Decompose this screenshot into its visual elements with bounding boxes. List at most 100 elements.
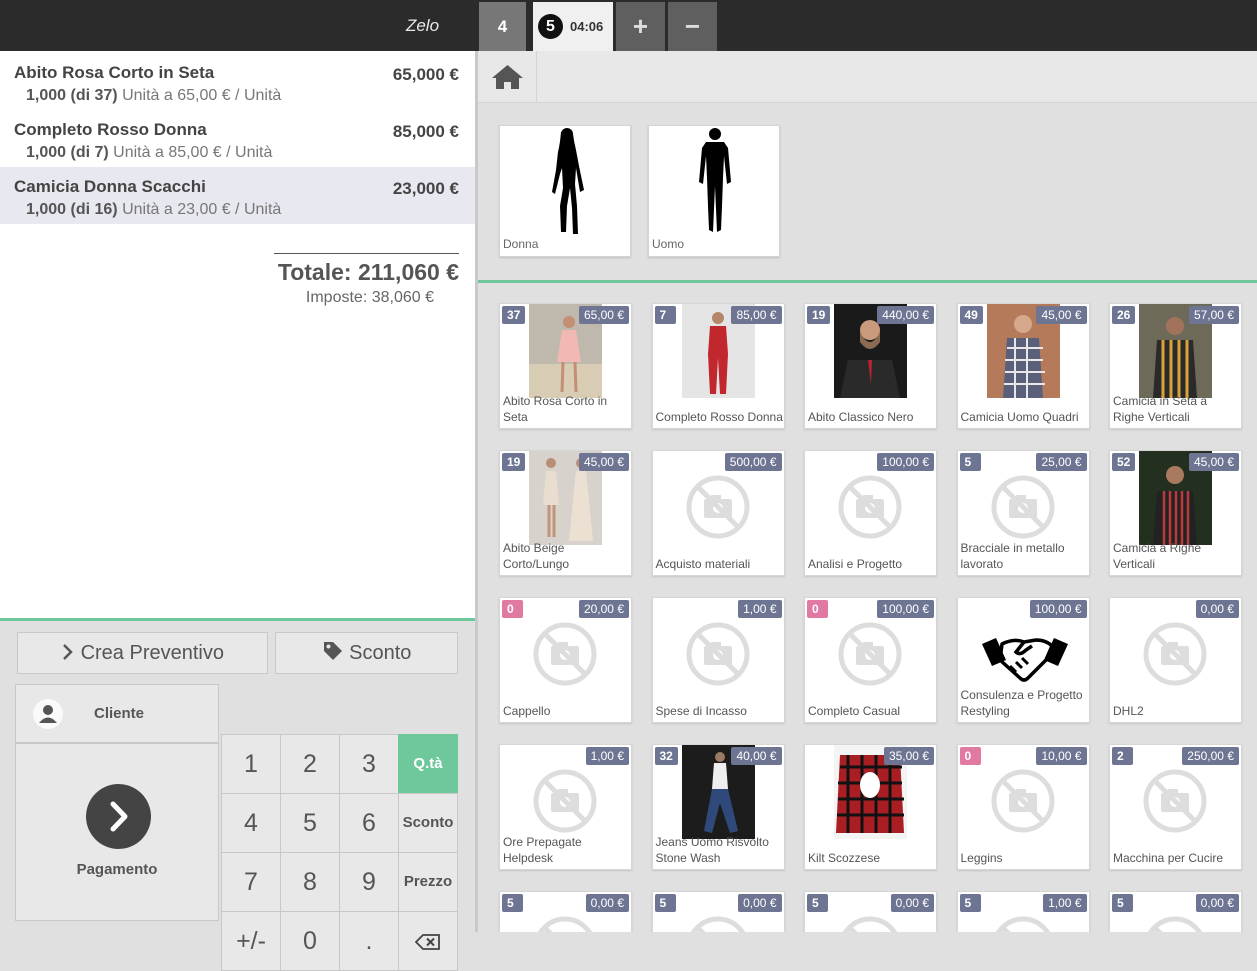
product-card[interactable]: 1,00 € Ore Prepagate Helpdesk: [499, 744, 632, 870]
numpad-key[interactable]: 1: [221, 734, 281, 794]
no-image-icon: [991, 916, 1055, 932]
chevron-right-icon: [61, 642, 81, 664]
stock-badge: 0: [502, 600, 523, 618]
numpad-key[interactable]: 0: [280, 911, 340, 971]
product-name: Camicia a Righe Verticali: [1113, 541, 1202, 571]
order-line-stock: (di 37): [70, 87, 118, 104]
product-card[interactable]: 0 10,00 € Leggins: [956, 744, 1090, 870]
backspace-icon: [414, 927, 441, 955]
numpad-key[interactable]: 6: [339, 793, 399, 853]
order-line-unit: Unità a 23,00 € / Unità: [122, 201, 282, 218]
user-icon: [33, 699, 63, 729]
numpad-key[interactable]: 3: [339, 734, 399, 794]
category-donna[interactable]: Donna: [499, 125, 631, 257]
mode-qty-button[interactable]: Q.tà: [398, 734, 458, 794]
price-badge: 57,00 €: [1188, 306, 1239, 324]
product-card[interactable]: 2 250,00 € Macchina per Cucire: [1109, 744, 1242, 870]
product-card[interactable]: 100,00 € Consulenza e Progetto Restyling: [956, 597, 1090, 723]
order-total: Totale: 211,060 €: [277, 259, 459, 285]
home-button[interactable]: [478, 51, 537, 103]
order-time: 04:06: [570, 19, 604, 34]
product-card[interactable]: 5 1,00 €: [956, 891, 1090, 932]
shop-name: Zelo: [405, 16, 440, 35]
no-image-icon: [1143, 622, 1207, 686]
price-badge: 1,00 €: [585, 747, 629, 765]
add-order-button[interactable]: +: [616, 2, 665, 51]
numpad-key[interactable]: 7: [221, 852, 281, 912]
numpad-key[interactable]: 5: [280, 793, 340, 853]
product-name: Kilt Scozzese: [808, 851, 881, 865]
order-line[interactable]: Camicia Donna Scacchi 23,000 €1,000 (di 1…: [0, 167, 475, 224]
discount-button[interactable]: Sconto: [275, 632, 458, 674]
price-badge: 25,00 €: [1036, 453, 1087, 471]
numpad-key[interactable]: +/-: [221, 911, 281, 971]
product-card[interactable]: 5 25,00 € Bracciale in metallo lavorato: [956, 450, 1090, 576]
stock-badge: 5: [959, 894, 981, 912]
total-divider: [274, 253, 459, 254]
price-badge: 0,00 €: [890, 894, 934, 912]
backspace-button[interactable]: [398, 911, 458, 971]
product-card[interactable]: 26 57,00 € Camicia in Seta a Righe Vertica…: [1109, 303, 1242, 429]
stock-badge: 19: [807, 306, 831, 324]
price-badge: 100,00 €: [877, 453, 934, 471]
no-image-icon: [991, 769, 1055, 833]
product-card[interactable]: 49 45,00 € Camicia Uomo Quadri: [956, 303, 1090, 429]
mode-price-button[interactable]: Prezzo: [398, 852, 458, 912]
order-line[interactable]: Completo Rosso Donna 85,000 €1,000 (di 7)…: [0, 110, 475, 167]
product-name: Completo Rosso Donna: [655, 410, 783, 424]
category-uomo[interactable]: Uomo: [648, 125, 780, 257]
product-card[interactable]: 5 0,00 €: [1109, 891, 1242, 932]
product-card[interactable]: 35,00 € Kilt Scozzese: [804, 744, 937, 870]
price-badge: 45,00 €: [578, 453, 629, 471]
create-quote-button[interactable]: Crea Preventivo: [17, 632, 268, 674]
stock-badge: 52: [1112, 453, 1136, 471]
product-card[interactable]: 0,00 € DHL2: [1109, 597, 1242, 723]
product-card[interactable]: 100,00 € Analisi e Progetto: [804, 450, 937, 576]
no-image-icon: [1143, 916, 1207, 932]
client-label: Cliente: [94, 705, 145, 722]
stock-badge: 32: [654, 747, 678, 765]
order-line-qty: 1,000: [26, 201, 67, 218]
product-card[interactable]: 500,00 € Acquisto materiali: [651, 450, 785, 576]
product-card[interactable]: 19 45,00 € Abito Beige Corto/Lungo: [499, 450, 632, 576]
client-button[interactable]: Cliente: [15, 684, 219, 743]
numpad-key[interactable]: 2: [280, 734, 340, 794]
product-name: Abito Rosa Corto in Seta: [503, 394, 608, 424]
stock-badge: 5: [502, 894, 523, 912]
numpad-key[interactable]: 8: [280, 852, 340, 912]
product-card[interactable]: 5 0,00 €: [499, 891, 632, 932]
order-tab-5[interactable]: 5 04:06: [533, 2, 613, 51]
price-badge: 250,00 €: [1182, 747, 1239, 765]
product-card[interactable]: 32 40,00 € Jeans Uomo Risvolto Stone Wash: [651, 744, 785, 870]
product-card[interactable]: 37 65,00 € Abito Rosa Corto in Seta: [499, 303, 632, 429]
order-number-badge: 5: [538, 14, 563, 39]
product-card[interactable]: 5 0,00 €: [804, 891, 937, 932]
product-card[interactable]: 1,00 € Spese di Incasso: [651, 597, 785, 723]
remove-order-button[interactable]: −: [668, 2, 717, 51]
product-card[interactable]: 5 0,00 €: [651, 891, 785, 932]
payment-button[interactable]: Pagamento: [15, 743, 219, 921]
order-line[interactable]: Abito Rosa Corto in Seta 65,000 €1,000 (d…: [0, 53, 475, 110]
mode-discount-button[interactable]: Sconto: [398, 793, 458, 853]
product-name: Abito Classico Nero: [808, 410, 914, 424]
product-card[interactable]: 0 20,00 € Cappello: [499, 597, 632, 723]
no-image-icon: [686, 622, 750, 686]
order-line-qty: 1,000: [26, 87, 67, 104]
order-tab-4[interactable]: 4: [479, 2, 526, 51]
numpad-key[interactable]: .: [339, 911, 399, 971]
order-line-stock: (di 16): [70, 201, 118, 218]
product-card[interactable]: 7 85,00 € Completo Rosso Donna: [651, 303, 785, 429]
numpad-key[interactable]: 4: [221, 793, 281, 853]
product-name: Camicia in Seta a Righe Verticali: [1113, 394, 1208, 424]
price-badge: 85,00 €: [731, 306, 782, 324]
price-badge: 65,00 €: [578, 306, 629, 324]
home-icon: [478, 65, 537, 107]
control-pad: Crea Preventivo Sconto Cliente Pagamento…: [0, 621, 475, 971]
stock-badge: 7: [654, 306, 676, 324]
product-card[interactable]: 0 100,00 € Completo Casual: [804, 597, 937, 723]
no-image-icon: [1143, 769, 1207, 833]
numpad-key[interactable]: 9: [339, 852, 399, 912]
stock-badge: 2: [1112, 747, 1133, 765]
product-card[interactable]: 19 440,00 € Abito Classico Nero: [804, 303, 937, 429]
product-card[interactable]: 52 45,00 € Camicia a Righe Verticali: [1109, 450, 1242, 576]
